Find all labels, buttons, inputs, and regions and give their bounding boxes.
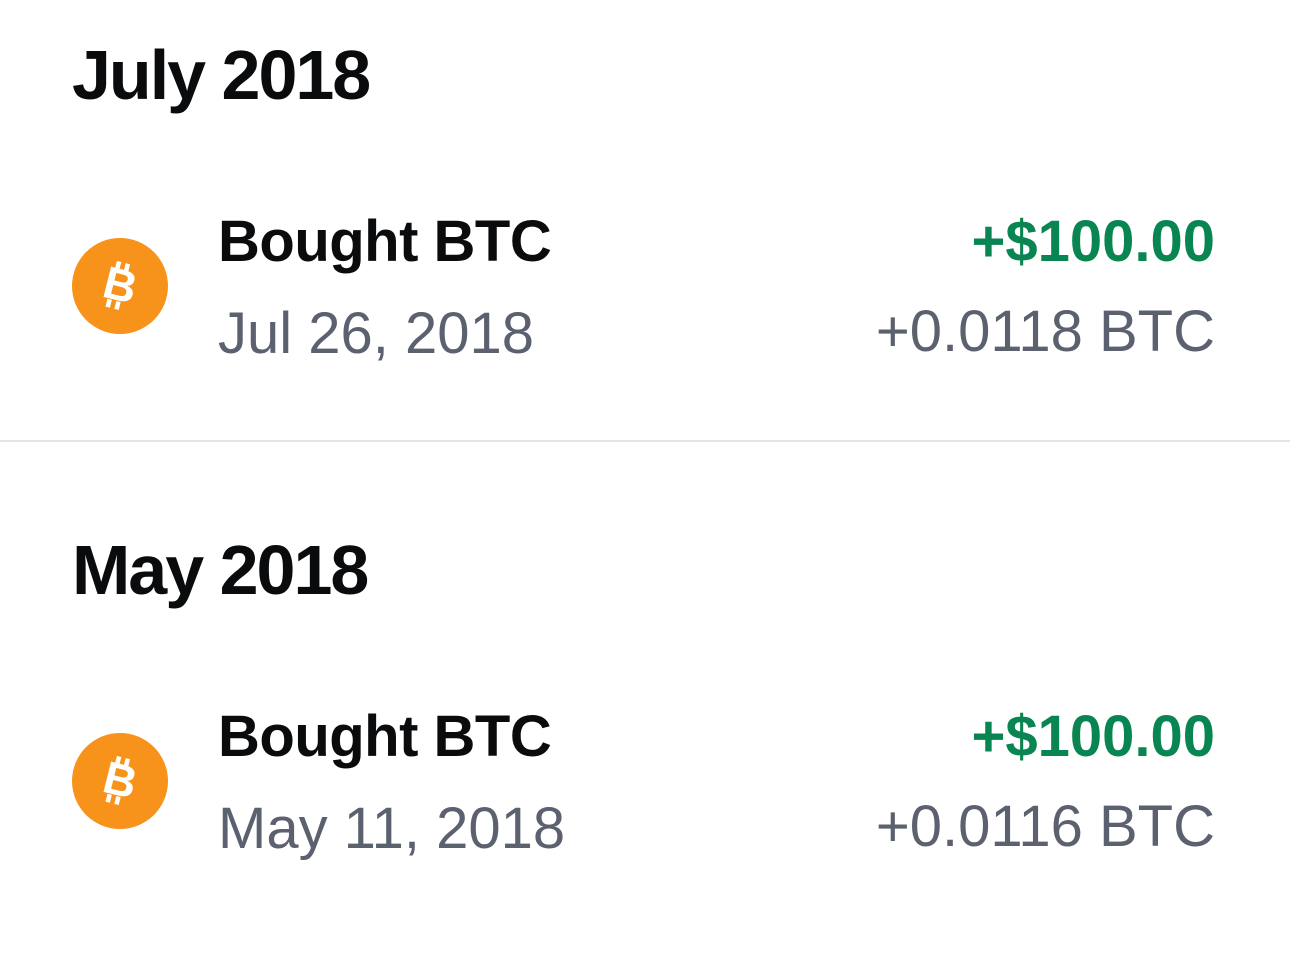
- transaction-date: May 11, 2018: [218, 796, 566, 861]
- transaction-fiat-amount: +$100.00: [971, 704, 1215, 769]
- bitcoin-icon: B: [72, 733, 168, 829]
- transaction-row[interactable]: B Bought BTC May 11, 2018 +$100.00 +0.01…: [0, 700, 1290, 860]
- section-divider: [0, 440, 1290, 442]
- transaction-crypto-amount: +0.0118 BTC: [875, 299, 1215, 364]
- transaction-title: Bought BTC: [218, 209, 552, 274]
- section-title-july-2018: July 2018: [72, 36, 371, 114]
- section-title-may-2018: May 2018: [72, 531, 369, 609]
- transaction-title: Bought BTC: [218, 704, 552, 769]
- transaction-row[interactable]: B Bought BTC Jul 26, 2018 +$100.00 +0.01…: [0, 205, 1290, 365]
- transaction-fiat-amount: +$100.00: [971, 209, 1215, 274]
- transaction-crypto-amount: +0.0116 BTC: [875, 794, 1215, 859]
- transaction-date: Jul 26, 2018: [218, 301, 535, 366]
- bitcoin-icon: B: [72, 238, 168, 334]
